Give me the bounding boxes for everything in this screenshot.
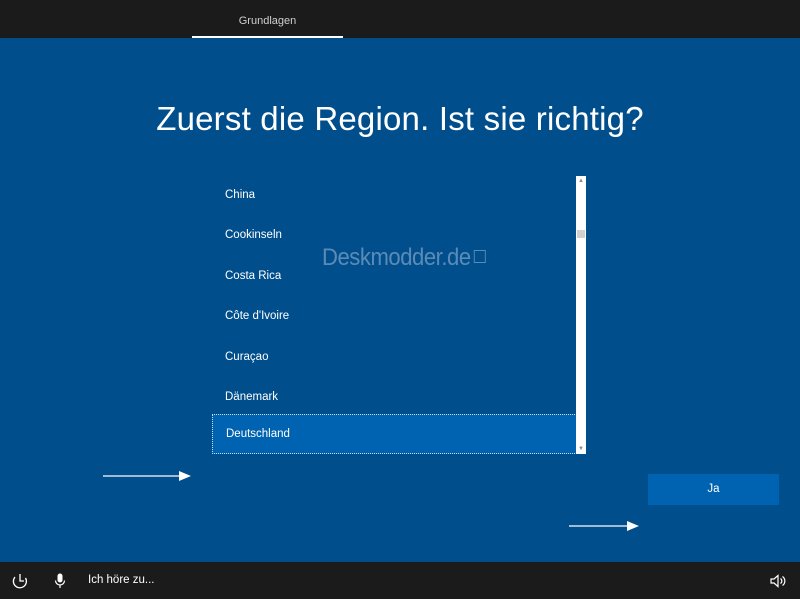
ja-button[interactable]: Ja: [648, 474, 779, 505]
watermark: Deskmodder.de: [322, 244, 486, 272]
scroll-thumb[interactable]: [577, 230, 585, 238]
list-item-label: Côte d'Ivoire: [225, 310, 290, 322]
bottom-bar: Ich höre zu...: [0, 562, 800, 599]
list-item-china[interactable]: China: [212, 176, 577, 216]
annotation-arrow-button: [569, 520, 639, 531]
oobe-screen: Grundlagen Zuerst die Region. Ist sie ri…: [0, 0, 800, 599]
ease-of-access-icon[interactable]: [11, 572, 29, 590]
listening-status: Ich höre zu...: [88, 574, 155, 586]
top-bar: Grundlagen: [0, 0, 800, 38]
page-title: Zuerst die Region. Ist sie richtig?: [156, 100, 644, 137]
list-item-cote-divoire[interactable]: Côte d'Ivoire: [212, 297, 577, 337]
annotation-arrow-list: [103, 470, 191, 481]
list-item-label: Costa Rica: [225, 270, 282, 282]
list-item-label: Cookinseln: [225, 229, 282, 241]
edit-icon: [473, 250, 486, 263]
scroll-up-icon[interactable]: ▲: [576, 176, 586, 186]
list-scrollbar[interactable]: ▲ ▼: [576, 176, 586, 454]
list-item-curacao[interactable]: Curaçao: [212, 338, 577, 378]
microphone-icon[interactable]: [51, 572, 69, 590]
watermark-text: Deskmodder.de: [322, 244, 471, 271]
list-item-daenemark[interactable]: Dänemark: [212, 378, 577, 418]
list-item-label: Dänemark: [225, 391, 279, 403]
volume-icon[interactable]: [769, 572, 787, 590]
region-list[interactable]: China Cookinseln Costa Rica Côte d'Ivoir…: [212, 176, 586, 454]
list-item-label: Curaçao: [225, 351, 269, 363]
scroll-down-icon[interactable]: ▼: [576, 444, 586, 454]
list-item-label: Deutschland: [226, 428, 290, 440]
list-item-label: China: [225, 189, 256, 201]
tab-grundlagen: Grundlagen: [192, 0, 343, 38]
list-item-deutschland[interactable]: Deutschland: [212, 414, 577, 454]
